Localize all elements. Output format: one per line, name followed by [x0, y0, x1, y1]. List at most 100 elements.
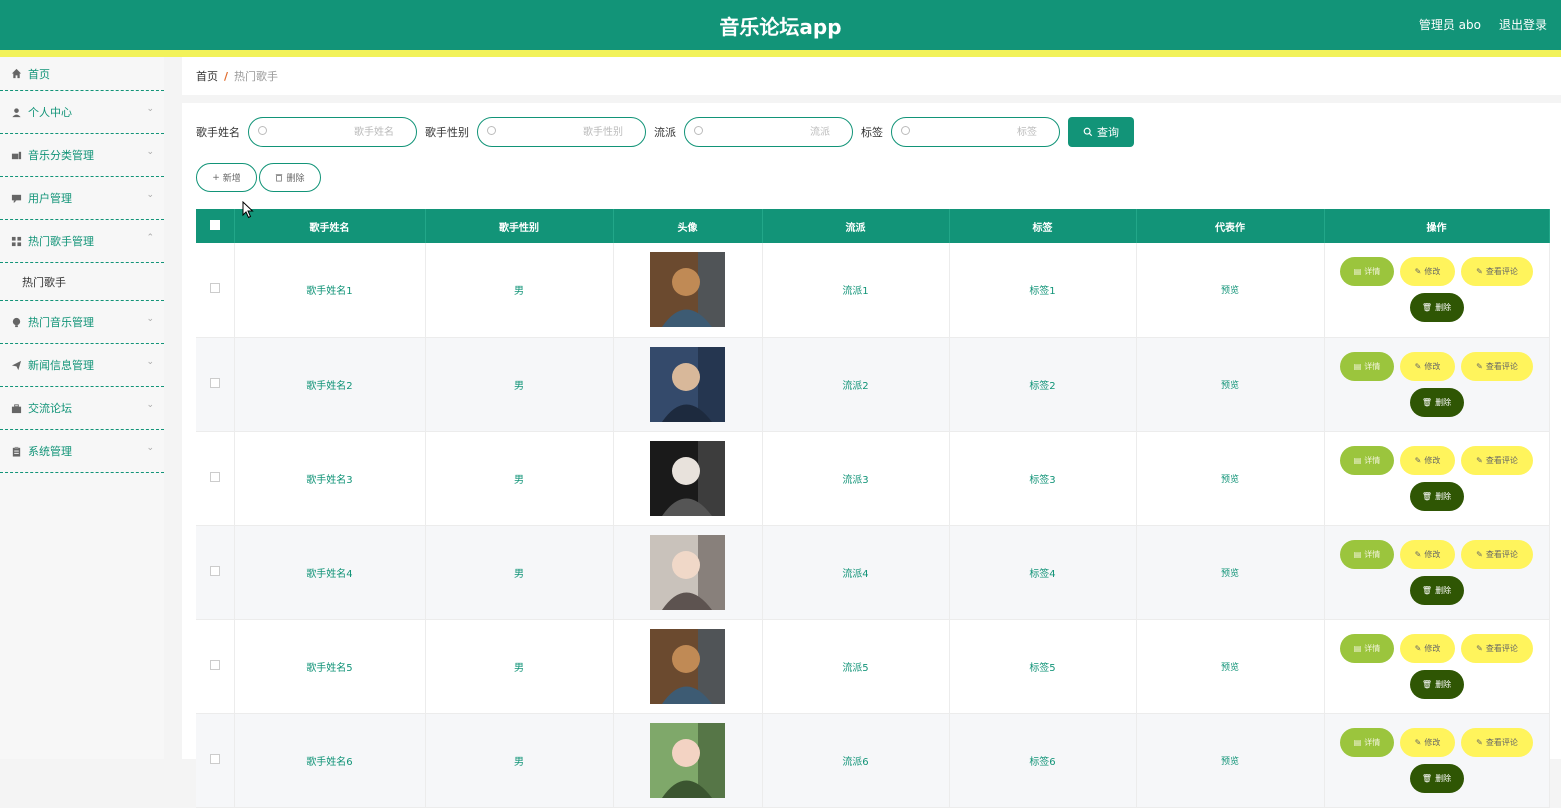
breadcrumb-home[interactable]: 首页 [196, 68, 218, 84]
sidebar-item-forum[interactable]: 交流论坛 ⌄ [0, 387, 164, 430]
document-icon: ▤ [1353, 267, 1362, 277]
comment-label: 查看评论 [1485, 643, 1518, 653]
select-all-checkbox[interactable] [209, 219, 220, 230]
view-comments-button[interactable]: ✎ 查看评论 [1461, 351, 1533, 381]
query-button[interactable]: 查询 [1068, 117, 1134, 147]
add-label: 新增 [222, 174, 241, 184]
name-search-field[interactable] [248, 117, 417, 147]
sidebar-item-profile[interactable]: 个人中心 ⌄ [0, 91, 164, 134]
edit-button[interactable]: ✎ 修改 [1400, 445, 1455, 475]
column-header: 歌手性别 [425, 209, 614, 243]
genre-label: 流派 [654, 126, 676, 139]
edit-button[interactable]: ✎ 修改 [1400, 539, 1455, 569]
preview-link[interactable]: 预览 [1221, 757, 1239, 767]
row-select-cell[interactable] [196, 619, 235, 714]
row-actions: ▤ 详情 ✎ 修改 ✎ 查看评论 🗑 删除 [1337, 633, 1537, 699]
sidebar-item-system[interactable]: 系统管理 ⌄ [0, 430, 164, 473]
tag-search-field[interactable] [891, 117, 1060, 147]
document-icon: ▤ [1353, 549, 1362, 559]
row-checkbox[interactable] [209, 283, 220, 294]
delete-label: 删除 [1435, 303, 1452, 313]
row-select-cell[interactable] [196, 337, 235, 432]
genre-cell: 流派5 [762, 619, 950, 714]
singer-gender-cell: 男 [425, 525, 614, 620]
delete-label: 删除 [1435, 679, 1452, 689]
preview-link[interactable]: 预览 [1221, 663, 1239, 673]
add-button[interactable]: + 新增 [196, 163, 257, 192]
search-form: 歌手姓名 歌手性别 流派 标签 查询 [196, 117, 1134, 147]
gender-search-input[interactable] [502, 124, 623, 140]
row-select-cell[interactable] [196, 243, 235, 338]
column-header: 标签 [949, 209, 1137, 243]
detail-button[interactable]: ▤ 详情 [1340, 257, 1394, 287]
view-comments-button[interactable]: ✎ 查看评论 [1461, 257, 1533, 287]
table-row: 歌手姓名2 男 流派2 标签2 预览 ▤ 详情 ✎ 修改 ✎ 查看评论 🗑 删除 [196, 337, 1550, 432]
detail-button[interactable]: ▤ 详情 [1340, 633, 1394, 663]
tag-search-input[interactable] [916, 124, 1037, 140]
select-all-cell[interactable] [196, 209, 235, 243]
sidebar-item-label: 首页 [28, 67, 50, 81]
edit-button[interactable]: ✎ 修改 [1400, 633, 1455, 663]
briefcase-icon [10, 402, 22, 414]
name-search-input[interactable] [273, 124, 394, 140]
row-checkbox[interactable] [209, 471, 220, 482]
singer-name-cell: 歌手姓名4 [234, 525, 426, 620]
comment-label: 查看评论 [1485, 455, 1518, 465]
gender-search-field[interactable] [477, 117, 646, 147]
delete-button[interactable]: 🗑 删除 [1409, 763, 1464, 793]
genre-search-input[interactable] [709, 124, 830, 140]
operations-cell: ▤ 详情 ✎ 修改 ✎ 查看评论 🗑 删除 [1324, 619, 1550, 714]
breadcrumb-separator: / [224, 69, 229, 83]
row-select-cell[interactable] [196, 431, 235, 526]
preview-link[interactable]: 预览 [1221, 569, 1239, 579]
view-comments-button[interactable]: ✎ 查看评论 [1461, 633, 1533, 663]
preview-link[interactable]: 预览 [1221, 475, 1239, 485]
mouse-cursor-icon [242, 201, 254, 219]
delete-button[interactable]: 🗑 删除 [1409, 387, 1464, 417]
plus-icon: + [212, 172, 220, 183]
genre-cell: 流派2 [762, 337, 950, 432]
sidebar-item-users[interactable]: 用户管理 ⌄ [0, 177, 164, 220]
trash-icon: 🗑 [1421, 679, 1433, 689]
edit-button[interactable]: ✎ 修改 [1400, 257, 1455, 287]
preview-link[interactable]: 预览 [1221, 381, 1239, 391]
delete-button[interactable]: 🗑 删除 [1409, 575, 1464, 605]
sidebar-subitem-hot-singers[interactable]: 热门歌手 [0, 263, 164, 301]
batch-delete-button[interactable]: 删除 [259, 163, 321, 192]
delete-button[interactable]: 🗑 删除 [1409, 481, 1464, 511]
pencil-icon: ✎ [1414, 455, 1422, 465]
trash-icon: 🗑 [1421, 585, 1433, 595]
view-comments-button[interactable]: ✎ 查看评论 [1461, 727, 1533, 757]
view-comments-button[interactable]: ✎ 查看评论 [1461, 445, 1533, 475]
logout-link[interactable]: 退出登录 [1499, 16, 1547, 33]
tag-cell: 标签3 [949, 431, 1137, 526]
detail-button[interactable]: ▤ 详情 [1340, 445, 1394, 475]
delete-button[interactable]: 🗑 删除 [1409, 669, 1464, 699]
sidebar-item-music-category[interactable]: 音乐分类管理 ⌄ [0, 134, 164, 177]
sidebar-item-home[interactable]: 首页 [0, 57, 164, 91]
operations-cell: ▤ 详情 ✎ 修改 ✎ 查看评论 🗑 删除 [1324, 713, 1550, 808]
singer-name-cell: 歌手姓名1 [234, 243, 426, 338]
view-comments-button[interactable]: ✎ 查看评论 [1461, 539, 1533, 569]
genre-search-field[interactable] [684, 117, 853, 147]
detail-button[interactable]: ▤ 详情 [1340, 539, 1394, 569]
row-checkbox[interactable] [209, 659, 220, 670]
row-select-cell[interactable] [196, 713, 235, 808]
chevron-up-icon: ⌃ [146, 233, 154, 243]
sidebar-item-hot-music[interactable]: 热门音乐管理 ⌄ [0, 301, 164, 344]
avatar [650, 628, 725, 704]
row-checkbox[interactable] [209, 377, 220, 388]
avatar-cell [613, 243, 763, 338]
edit-button[interactable]: ✎ 修改 [1400, 727, 1455, 757]
sidebar-item-hot-singers[interactable]: 热门歌手管理 ⌃ [0, 220, 164, 263]
detail-button[interactable]: ▤ 详情 [1340, 727, 1394, 757]
row-select-cell[interactable] [196, 525, 235, 620]
edit-button[interactable]: ✎ 修改 [1400, 351, 1455, 381]
sidebar-item-news[interactable]: 新闻信息管理 ⌄ [0, 344, 164, 387]
avatar-cell [613, 525, 763, 620]
row-checkbox[interactable] [209, 565, 220, 576]
delete-button[interactable]: 🗑 删除 [1409, 293, 1464, 323]
detail-button[interactable]: ▤ 详情 [1340, 351, 1394, 381]
preview-link[interactable]: 预览 [1221, 286, 1239, 296]
edit-label: 修改 [1424, 643, 1441, 653]
